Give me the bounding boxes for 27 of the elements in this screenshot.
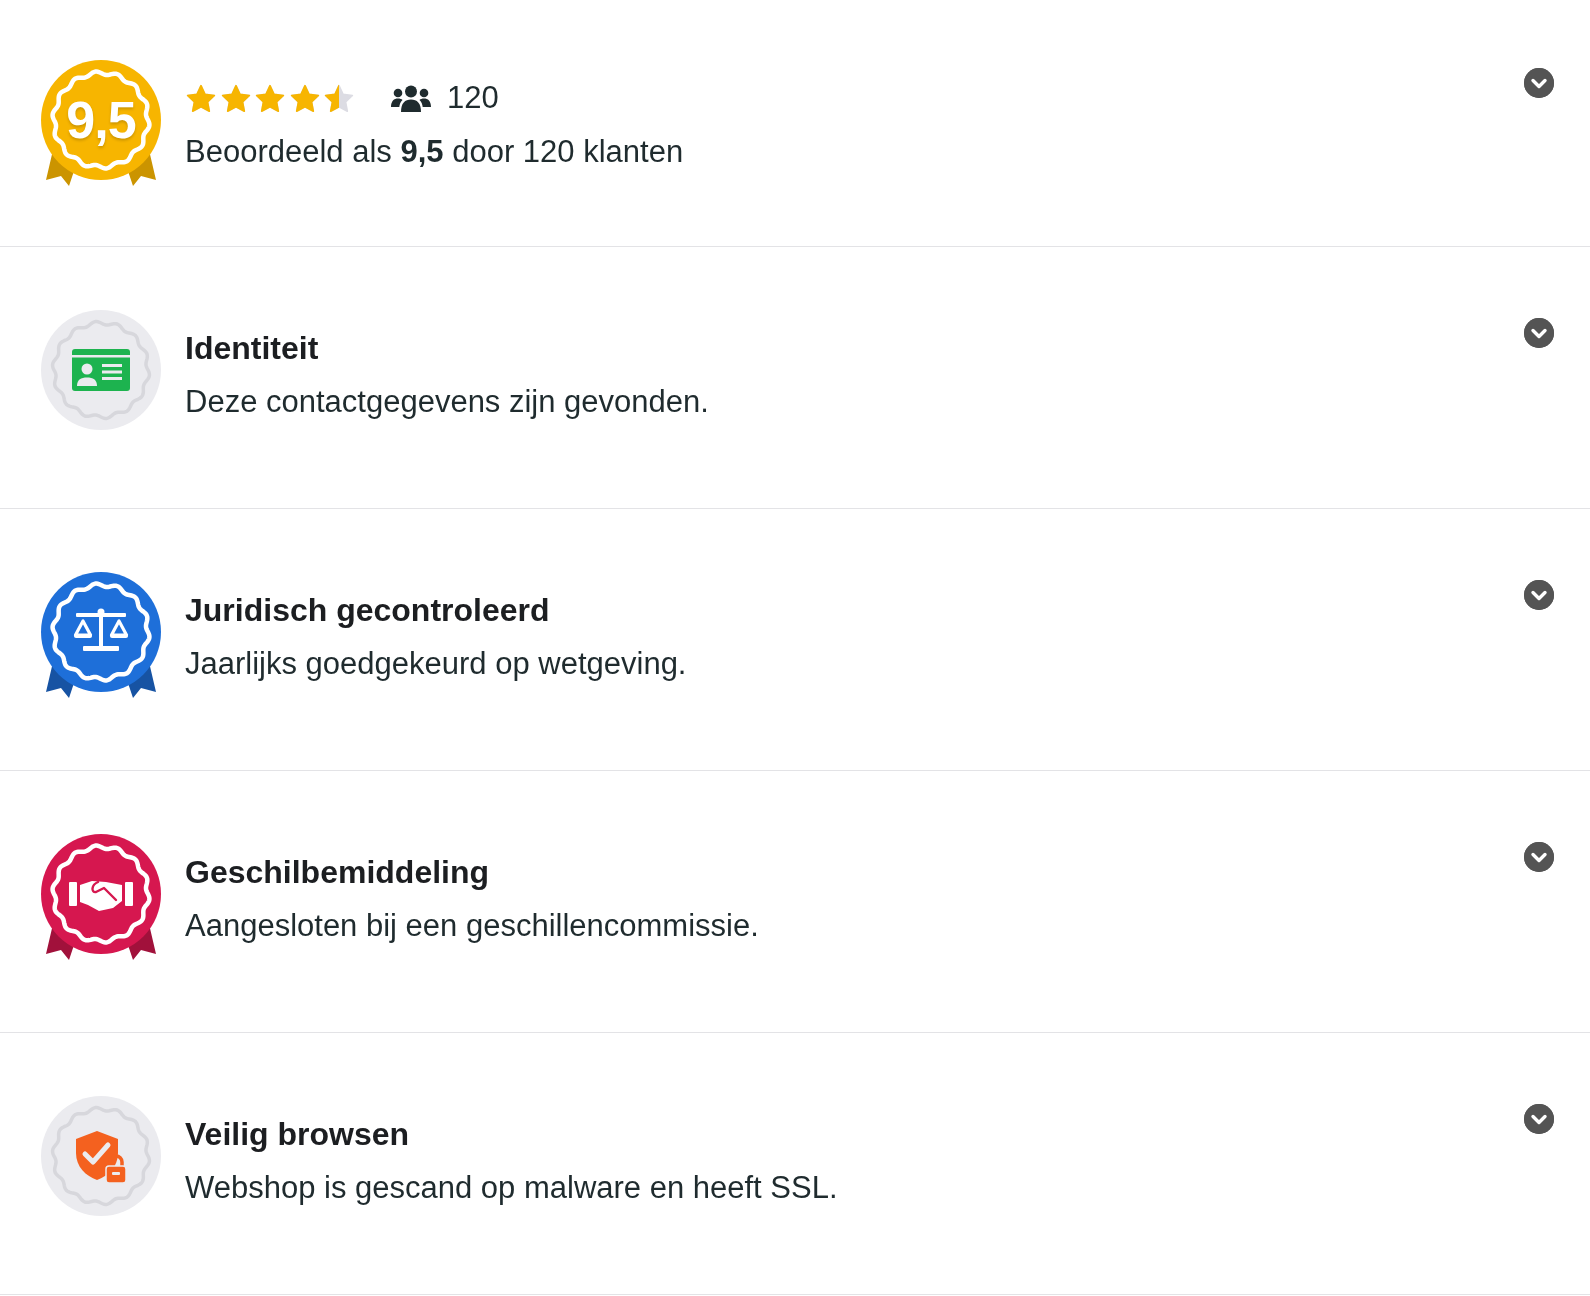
chevron-down-icon[interactable] bbox=[1524, 580, 1554, 610]
chevron-down-icon[interactable] bbox=[1524, 318, 1554, 348]
star-icon bbox=[185, 82, 217, 114]
review-count: 120 bbox=[447, 80, 499, 116]
check-title: Veilig browsen bbox=[185, 1114, 411, 1154]
half-star-icon bbox=[323, 82, 355, 114]
star-icon bbox=[288, 82, 321, 114]
check-description: Webshop is gescand op malware en heeft SSL. bbox=[185, 1168, 839, 1207]
users-icon bbox=[391, 84, 431, 112]
handshake-icon bbox=[69, 880, 133, 911]
check-description: Deze contactgegevens zijn gevonden. bbox=[185, 382, 710, 421]
check-title: Juridisch gecontroleerd bbox=[185, 590, 551, 630]
check-description: Aangesloten bij een geschillencommissie. bbox=[185, 906, 760, 945]
chevron-down-icon[interactable] bbox=[1524, 1104, 1554, 1134]
id-card-icon bbox=[72, 348, 130, 391]
star-icon bbox=[219, 82, 252, 114]
rating-score: 9,5 bbox=[65, 91, 137, 149]
star-icon bbox=[254, 82, 286, 114]
chevron-down-icon[interactable] bbox=[1524, 842, 1554, 872]
check-title: Geschilbemiddeling bbox=[185, 852, 491, 892]
rosette-icon bbox=[41, 60, 161, 186]
rating-summary: Beoordeeld als 9,5 door 120 klanten bbox=[185, 133, 685, 171]
check-description: Jaarlijks goedgekeurd op wetgeving. bbox=[185, 644, 688, 683]
scales-icon bbox=[73, 608, 129, 651]
shield-check-lock-icon bbox=[76, 1130, 127, 1184]
check-title: Identiteit bbox=[185, 328, 320, 368]
chevron-down-icon[interactable] bbox=[1524, 68, 1554, 98]
